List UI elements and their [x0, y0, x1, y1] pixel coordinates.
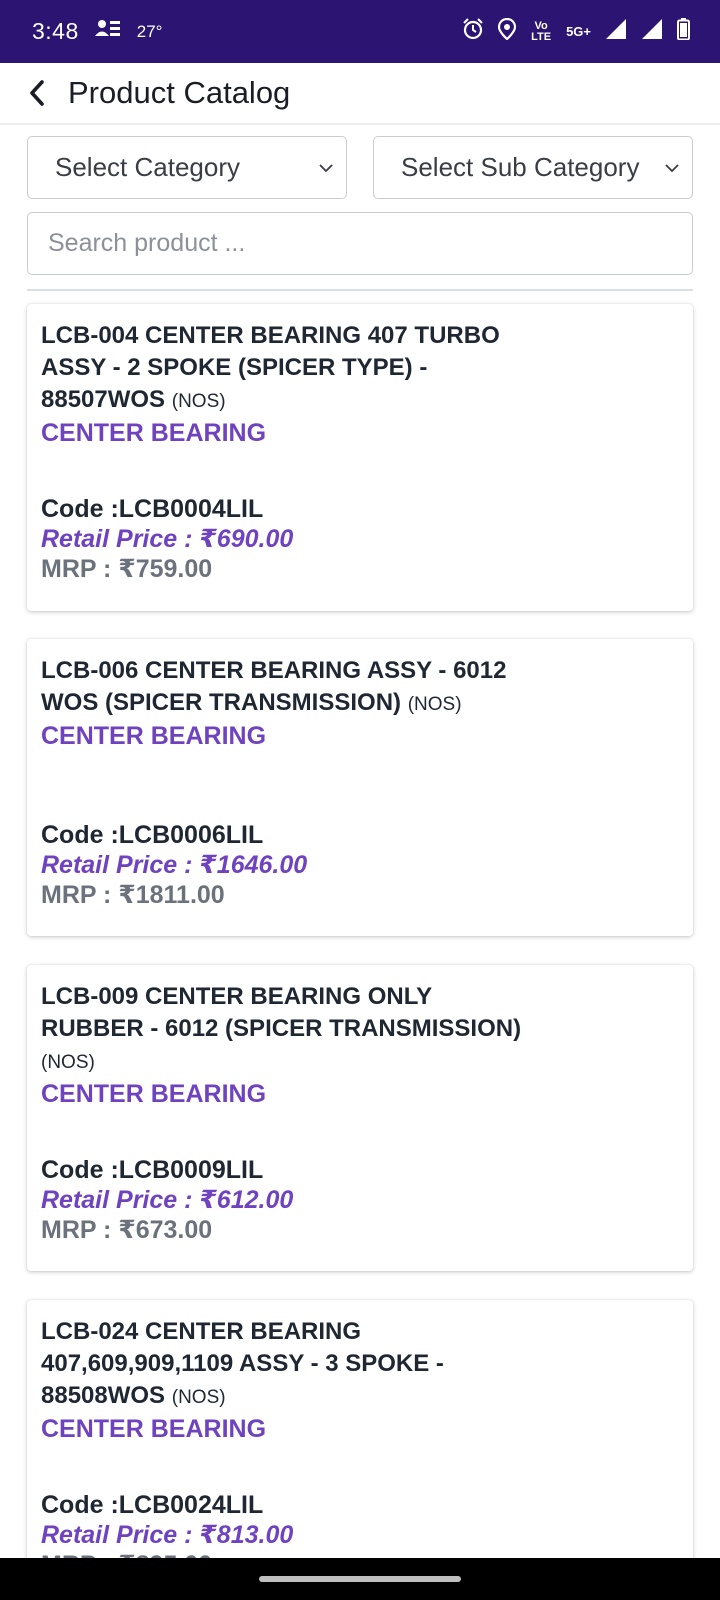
product-unit: (NOS)	[407, 694, 462, 715]
product-code: Code :LCB0024LIL	[41, 1491, 264, 1519]
home-gesture-handle[interactable]	[259, 1576, 461, 1582]
signal-icon-2	[641, 18, 663, 45]
5g-indicator: 5G+	[566, 24, 591, 39]
product-card[interactable]: LCB-006 CENTER BEARING ASSY - 6012 WOS (…	[27, 639, 693, 936]
product-card[interactable]: LCB-009 CENTER BEARING ONLY RUBBER - 601…	[27, 965, 693, 1271]
price-block: Code :LCB0006LIL Retail Price : ₹1646.00…	[41, 820, 307, 910]
product-card[interactable]: LCB-004 CENTER BEARING 407 TURBO ASSY - …	[27, 304, 693, 611]
mrp-price: MRP : ₹673.00	[41, 1216, 213, 1244]
product-category: CENTER BEARING	[41, 1080, 267, 1108]
product-unit: (NOS)	[41, 1052, 95, 1073]
retail-price: Retail Price : ₹813.00	[41, 1521, 294, 1549]
page-title: Product Catalog	[68, 75, 291, 110]
volte-indicator: Vo LTE	[531, 19, 552, 43]
product-title: LCB-004 CENTER BEARING 407 TURBO ASSY - …	[41, 320, 531, 418]
chevron-left-icon	[30, 80, 44, 106]
subcategory-select[interactable]: Select Sub Category	[373, 136, 693, 199]
mrp-price: MRP : ₹1811.00	[41, 881, 225, 909]
product-category: CENTER BEARING	[41, 722, 267, 750]
app-bar: Product Catalog	[0, 63, 720, 125]
product-name: LCB-009 CENTER BEARING ONLY RUBBER - 601…	[41, 983, 522, 1042]
price-block: Code :LCB0004LIL Retail Price : ₹690.00 …	[41, 494, 293, 584]
product-code: Code :LCB0006LIL	[41, 821, 264, 849]
system-nav-bar	[0, 1558, 720, 1600]
back-button[interactable]	[0, 62, 64, 124]
product-name: LCB-004 CENTER BEARING 407 TURBO ASSY - …	[41, 322, 500, 413]
divider	[27, 289, 693, 291]
retail-price: Retail Price : ₹690.00	[41, 525, 294, 553]
status-bar: 3:48 27° Vo LTE 5G+	[0, 0, 720, 63]
alarm-icon	[462, 18, 484, 45]
product-unit: (NOS)	[171, 391, 226, 412]
subcategory-select-label: Select Sub Category	[401, 152, 640, 182]
chevron-down-icon	[665, 163, 679, 172]
signal-icon	[605, 18, 627, 45]
search-input[interactable]	[27, 212, 693, 275]
product-category: CENTER BEARING	[41, 1415, 267, 1443]
retail-price: Retail Price : ₹1646.00	[41, 851, 308, 879]
category-select-label: Select Category	[55, 152, 240, 182]
product-card[interactable]: LCB-024 CENTER BEARING 407,609,909,1109 …	[27, 1300, 693, 1600]
contacts-icon	[94, 18, 121, 45]
category-select[interactable]: Select Category	[27, 136, 347, 199]
status-temperature: 27°	[136, 21, 163, 41]
product-title: LCB-009 CENTER BEARING ONLY RUBBER - 601…	[41, 981, 531, 1079]
product-code: Code :LCB0009LIL	[41, 1156, 264, 1184]
screen: 3:48 27° Vo LTE 5G+ Product Catalog Sele…	[0, 0, 720, 1600]
product-code: Code :LCB0004LIL	[41, 495, 264, 523]
battery-icon	[677, 18, 690, 45]
chevron-down-icon	[319, 163, 333, 172]
product-title: LCB-024 CENTER BEARING 407,609,909,1109 …	[41, 1316, 531, 1414]
product-title: LCB-006 CENTER BEARING ASSY - 6012 WOS (…	[41, 655, 531, 721]
product-unit: (NOS)	[171, 1387, 226, 1408]
mrp-price: MRP : ₹759.00	[41, 555, 213, 583]
location-icon	[497, 17, 517, 45]
retail-price: Retail Price : ₹612.00	[41, 1186, 294, 1214]
price-block: Code :LCB0009LIL Retail Price : ₹612.00 …	[41, 1155, 293, 1245]
status-time: 3:48	[32, 18, 79, 44]
product-name: LCB-024 CENTER BEARING 407,609,909,1109 …	[41, 1318, 444, 1409]
product-category: CENTER BEARING	[41, 419, 267, 447]
